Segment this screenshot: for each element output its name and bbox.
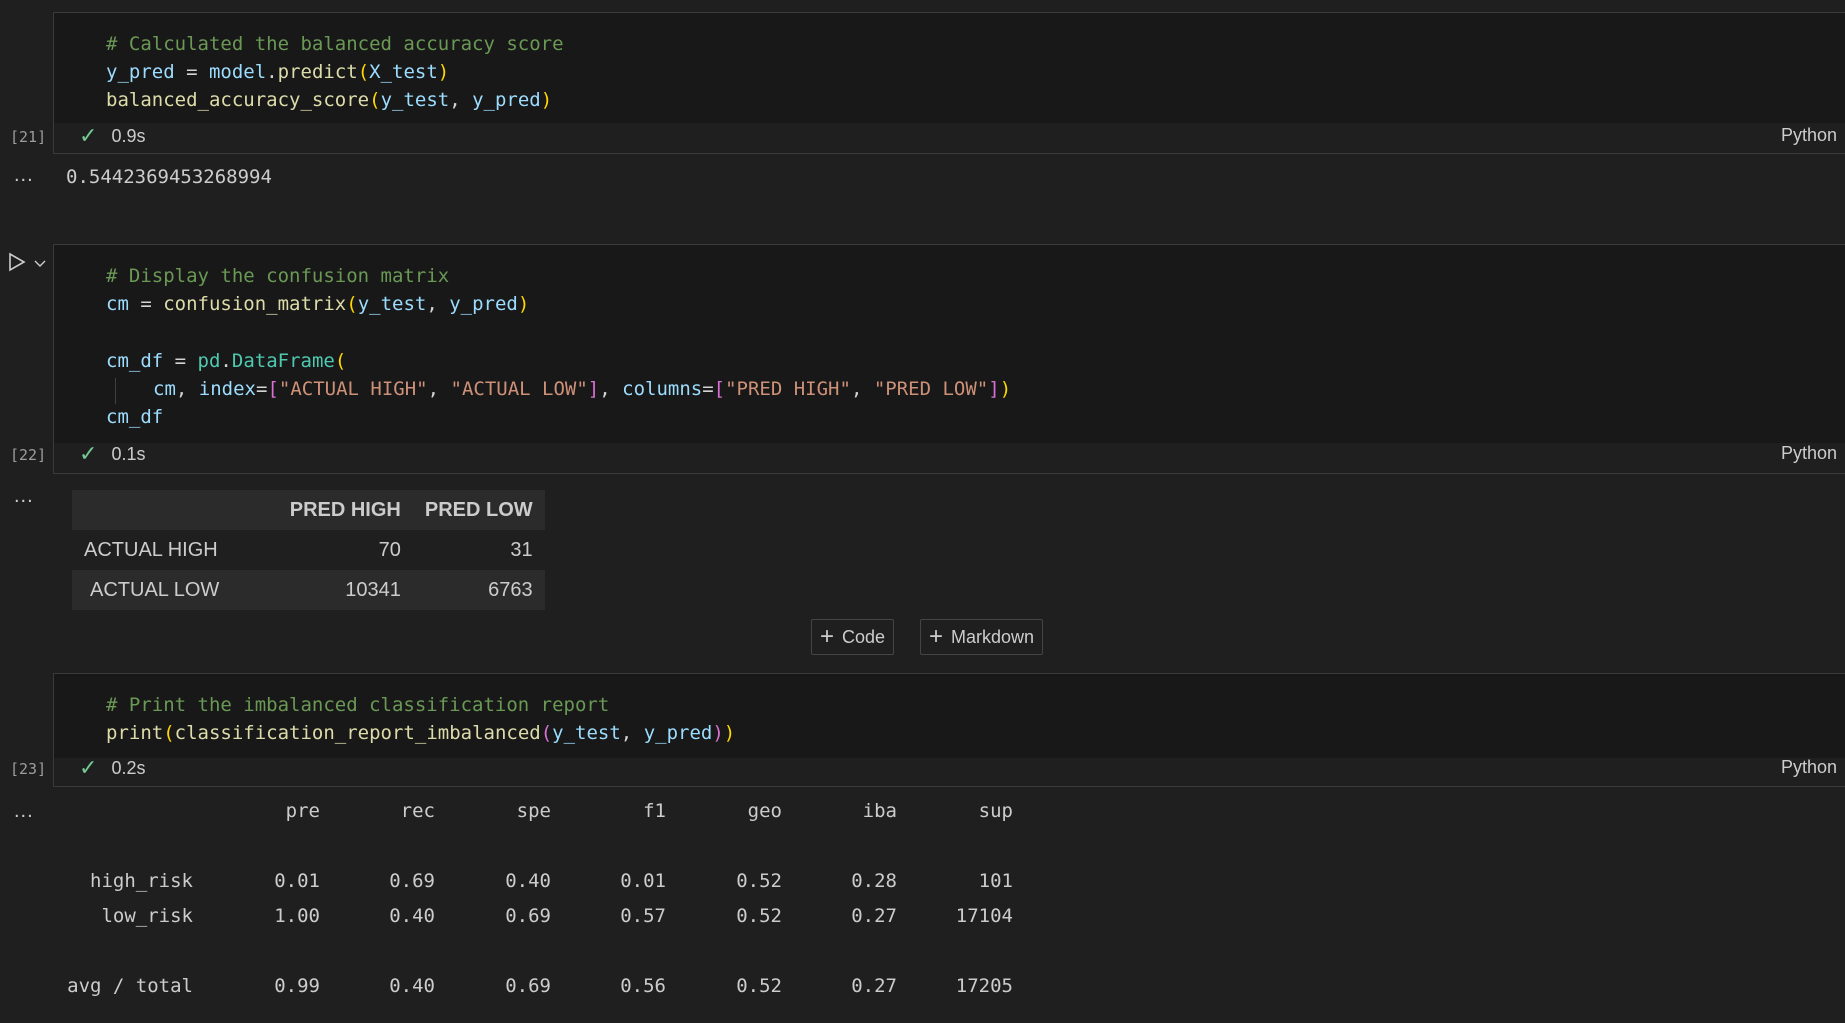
- report-value: 0.27: [851, 905, 897, 927]
- code-line: # Display the confusion matrix: [106, 265, 450, 287]
- report-value: 17205: [955, 975, 1013, 997]
- execution-time: 0.1s: [111, 443, 146, 464]
- report-value: 0.52: [736, 975, 782, 997]
- indent-guide: [115, 378, 116, 404]
- plus-icon: +: [820, 623, 835, 650]
- report-value: 0.69: [505, 905, 551, 927]
- code-editor[interactable]: [54, 674, 1845, 758]
- report-value: 0.69: [389, 870, 435, 892]
- check-icon: ✓: [79, 441, 98, 466]
- code-line: cm_df: [106, 406, 164, 428]
- report-header: iba: [862, 800, 897, 822]
- output-more-icon[interactable]: ...: [14, 485, 34, 508]
- code-line: # Calculated the balanced accuracy score: [106, 33, 564, 55]
- report-header: f1: [643, 800, 666, 822]
- report-value: 101: [978, 870, 1013, 892]
- table-index-cell: ACTUAL HIGH: [84, 538, 218, 561]
- dataframe-table: PRED HIGH PRED LOW ACTUAL HIGH 70 31 ACT…: [72, 490, 545, 610]
- cell-language[interactable]: Python: [1781, 443, 1837, 464]
- code-line: print(classification_report_imbalanced(y…: [106, 722, 736, 744]
- report-header: sup: [978, 800, 1013, 822]
- code-line: # Print the imbalanced classification re…: [106, 694, 610, 716]
- report-value: 17104: [955, 905, 1013, 927]
- cell-language[interactable]: Python: [1781, 757, 1837, 778]
- chevron-down-icon[interactable]: [34, 256, 46, 274]
- code-line: cm = confusion_matrix(y_test, y_pred): [106, 293, 530, 315]
- output-text: 0.5442369453268994: [66, 166, 272, 188]
- table-cell: 70: [378, 538, 401, 561]
- output-more-icon[interactable]: ...: [14, 164, 34, 187]
- check-icon: ✓: [79, 755, 98, 780]
- check-icon: ✓: [79, 123, 98, 148]
- cell-status: ✓ 0.9s: [79, 125, 145, 147]
- table-index-cell: ACTUAL LOW: [90, 578, 220, 601]
- report-value: 0.27: [851, 975, 897, 997]
- table-cell: 10341: [345, 578, 401, 601]
- table-header-row: PRED HIGH PRED LOW: [72, 490, 545, 530]
- report-value: 0.40: [389, 975, 435, 997]
- report-row-label: avg / total: [67, 975, 193, 997]
- report-value: 0.56: [620, 975, 666, 997]
- execution-count: [21]: [10, 128, 47, 146]
- table-column-header: PRED HIGH: [289, 498, 401, 521]
- add-markdown-cell-button[interactable]: + Markdown: [920, 619, 1044, 655]
- execution-time: 0.9s: [111, 125, 146, 146]
- add-code-cell-button[interactable]: + Code: [811, 619, 895, 655]
- report-value: 0.69: [505, 975, 551, 997]
- output-more-icon[interactable]: ...: [14, 800, 34, 823]
- code-line: cm_df = pd.DataFrame(: [106, 350, 347, 372]
- code-line: balanced_accuracy_score(y_test, y_pred): [106, 89, 553, 111]
- report-header: pre: [285, 800, 320, 822]
- code-line: y_pred = model.predict(X_test): [106, 61, 450, 83]
- execution-count: [22]: [10, 446, 47, 464]
- report-value: 0.01: [274, 870, 320, 892]
- report-value: 0.40: [505, 870, 551, 892]
- add-code-label: Code: [842, 626, 886, 647]
- table-index-header: [72, 490, 278, 530]
- table-row: ACTUAL LOW 10341 6763: [72, 570, 545, 610]
- execution-count: [23]: [10, 760, 47, 778]
- cell-language[interactable]: Python: [1781, 125, 1837, 146]
- report-value: 0.28: [851, 870, 897, 892]
- table-cell: 6763: [488, 578, 533, 601]
- cell-status: ✓ 0.2s: [79, 757, 145, 779]
- report-value: 1.00: [274, 905, 320, 927]
- code-line: cm, index=["ACTUAL HIGH", "ACTUAL LOW"],…: [153, 378, 1012, 400]
- report-value: 0.52: [736, 870, 782, 892]
- report-value: 0.99: [274, 975, 320, 997]
- table-row: ACTUAL HIGH 70 31: [72, 530, 545, 570]
- report-value: 0.01: [620, 870, 666, 892]
- run-icon[interactable]: [8, 252, 26, 277]
- report-row-label: high_risk: [90, 870, 193, 892]
- report-header: spe: [516, 800, 551, 822]
- plus-icon: +: [929, 623, 944, 650]
- report-header: rec: [400, 800, 435, 822]
- add-markdown-label: Markdown: [951, 626, 1035, 647]
- report-row-label: low_risk: [101, 905, 193, 927]
- report-value: 0.57: [620, 905, 666, 927]
- cell-status: ✓ 0.1s: [79, 443, 145, 465]
- table-column-header: PRED LOW: [424, 498, 533, 521]
- report-header: geo: [747, 800, 782, 822]
- table-cell: 31: [510, 538, 533, 561]
- report-value: 0.40: [389, 905, 435, 927]
- execution-time: 0.2s: [111, 757, 146, 778]
- report-value: 0.52: [736, 905, 782, 927]
